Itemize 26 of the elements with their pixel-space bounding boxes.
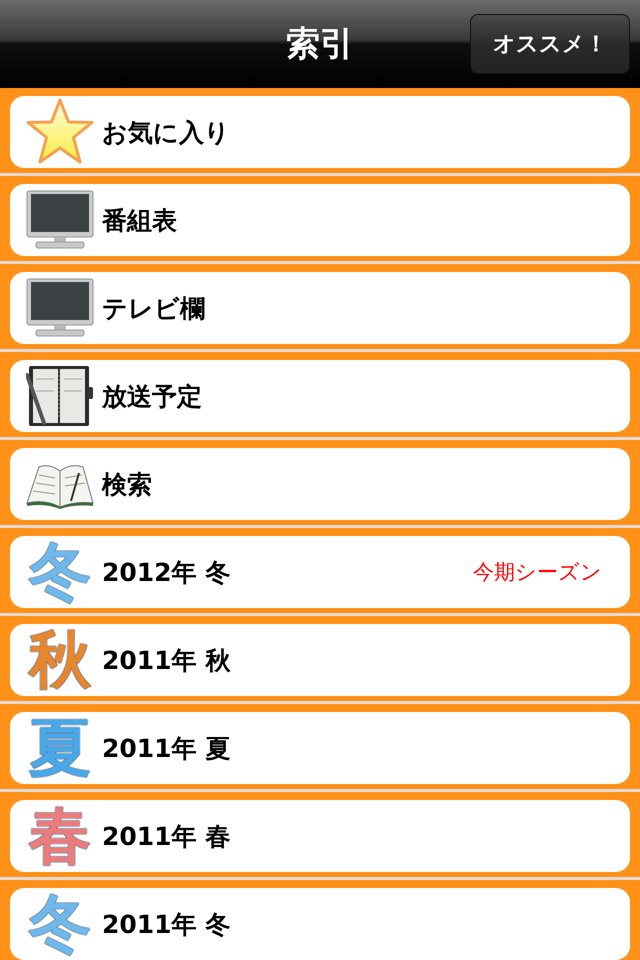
screen-title: 索引 bbox=[286, 23, 354, 66]
recommend-button[interactable]: オススメ！ bbox=[470, 14, 630, 74]
item-label: 2011年 夏 bbox=[102, 732, 230, 764]
item-label: 2011年 冬 bbox=[102, 908, 230, 940]
item-label: 2011年 春 bbox=[102, 820, 230, 852]
television-icon bbox=[26, 278, 94, 338]
season-glyph: 冬 bbox=[29, 893, 91, 955]
item-label: 2011年 秋 bbox=[102, 644, 230, 676]
list-item[interactable]: お気に入り bbox=[10, 96, 630, 168]
season-glyph: 秋 bbox=[29, 629, 91, 691]
list-item[interactable]: 放送予定 bbox=[10, 360, 630, 432]
list-item[interactable]: テレビ欄 bbox=[10, 272, 630, 344]
planner-icon bbox=[26, 365, 94, 427]
season-glyph: 夏 bbox=[29, 717, 91, 779]
item-label: お気に入り bbox=[102, 116, 230, 148]
season-glyph: 冬 bbox=[29, 541, 91, 603]
item-label: 番組表 bbox=[102, 204, 177, 236]
item-label: テレビ欄 bbox=[102, 292, 205, 324]
item-label: 検索 bbox=[102, 468, 152, 500]
season-glyph: 春 bbox=[29, 805, 91, 867]
item-label: 2012年 冬 bbox=[102, 556, 230, 588]
television-icon bbox=[26, 190, 94, 250]
current-season-label: 今期シーズン bbox=[473, 559, 602, 586]
item-label: 放送予定 bbox=[102, 380, 202, 412]
list-item[interactable]: 番組表 bbox=[10, 184, 630, 256]
list-item[interactable]: 検索 bbox=[10, 448, 630, 520]
